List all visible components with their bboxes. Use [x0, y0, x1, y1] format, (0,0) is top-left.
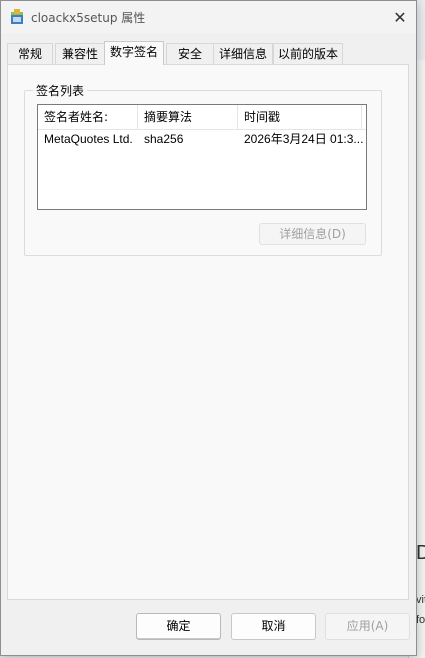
digest-algorithm: sha256	[144, 132, 184, 146]
cancel-button[interactable]: 取消	[231, 613, 316, 640]
tab-general[interactable]: 常规	[7, 43, 53, 64]
signer-name: MetaQuotes Ltd.	[44, 132, 133, 146]
column-header-digest[interactable]: 摘要算法	[138, 105, 238, 129]
tab-details[interactable]: 详细信息	[213, 43, 273, 64]
title-bar[interactable]: cloackx5setup 属性 ✕	[1, 1, 416, 33]
tab-security[interactable]: 安全	[166, 43, 214, 64]
close-button[interactable]: ✕	[384, 1, 416, 33]
close-icon: ✕	[393, 7, 407, 27]
background-text: vit	[416, 594, 425, 606]
digital-signatures-panel: 签名列表 签名者姓名: 摘要算法 时间戳 MetaQuotes Ltd. sha…	[7, 64, 409, 600]
tab-digital-signatures[interactable]: 数字签名	[104, 41, 164, 65]
properties-dialog: cloackx5setup 属性 ✕ 常规 兼容性 数字签名 安全 详细信息 以…	[0, 0, 417, 656]
tab-strip: 常规 兼容性 数字签名 安全 详细信息 以前的版本	[7, 41, 411, 65]
signature-list-label: 签名列表	[33, 82, 88, 99]
signature-list[interactable]: 签名者姓名: 摘要算法 时间戳 MetaQuotes Ltd. sha256 2…	[37, 104, 367, 210]
ok-button[interactable]: 确定	[136, 613, 221, 640]
timestamp: 2026年3月24日 01:3...	[244, 132, 364, 146]
details-button[interactable]: 详细信息(D)	[259, 223, 366, 245]
list-item[interactable]: MetaQuotes Ltd. sha256 2026年3月24日 01:3..…	[38, 129, 366, 149]
dialog-footer: 确定 取消 应用(A)	[1, 600, 416, 655]
installer-app-icon	[10, 9, 24, 25]
background-text: fo	[416, 614, 425, 626]
tab-compatibility[interactable]: 兼容性	[55, 43, 105, 64]
list-header: 签名者姓名: 摘要算法 时间戳	[38, 105, 366, 130]
apply-button[interactable]: 应用(A)	[325, 613, 410, 640]
column-header-signer[interactable]: 签名者姓名:	[38, 105, 138, 129]
column-header-timestamp[interactable]: 时间戳	[238, 105, 362, 129]
background-text: D	[416, 542, 425, 564]
tab-previous-versions[interactable]: 以前的版本	[273, 43, 343, 64]
window-title: cloackx5setup 属性	[31, 11, 146, 25]
signature-list-group: 签名列表 签名者姓名: 摘要算法 时间戳 MetaQuotes Ltd. sha…	[24, 82, 382, 256]
